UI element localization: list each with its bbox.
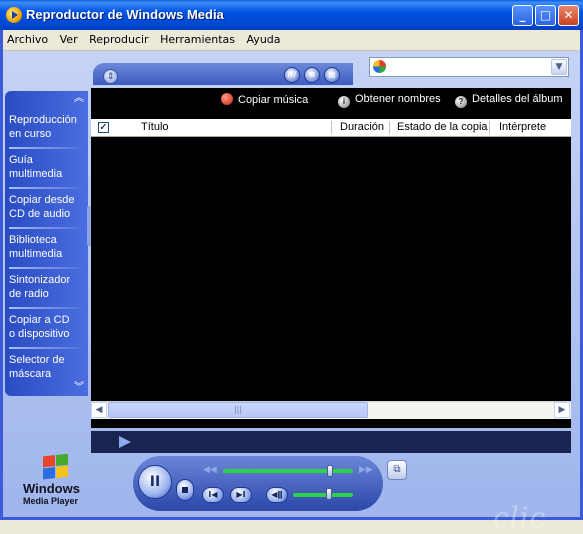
compact-mode-icon[interactable]: ⧉ [387, 460, 407, 480]
scrollbar-thumb[interactable]: ||| [108, 402, 368, 418]
play-indicator-icon [119, 436, 131, 448]
volume-bar[interactable] [293, 493, 353, 497]
menu-bar: Archivo Ver Reproducir Herramientas Ayud… [3, 30, 580, 51]
sidebar-item-copy-from-cd[interactable]: Copiar desde CD de audio [9, 193, 85, 221]
sidebar-item-copy-to-cd[interactable]: Copiar a CD o dispositivo [9, 313, 85, 341]
divider [9, 307, 81, 309]
column-divider[interactable] [331, 121, 332, 134]
sidebar-item-media-library[interactable]: Biblioteca multimedia [9, 233, 85, 261]
sidebar-item-now-playing[interactable]: Reproducción en curso [9, 113, 85, 141]
column-artist[interactable]: Intérprete [499, 121, 546, 133]
stop-button[interactable] [176, 479, 194, 501]
menu-herramientas[interactable]: Herramientas [156, 30, 239, 46]
album-details-button[interactable]: ? Detalles del álbum [455, 93, 563, 108]
help-icon: ? [455, 96, 467, 108]
logo-subtitle: Media Player [23, 496, 79, 506]
mute-button[interactable]: ◀ǁ [266, 487, 288, 503]
playlist-icon[interactable]: ▤ [324, 67, 340, 83]
record-icon [221, 93, 233, 105]
sidebar-item-radio-tuner[interactable]: Sintonizador de radio [9, 273, 85, 301]
seek-bar[interactable] [223, 469, 353, 473]
windows-flag-icon [43, 453, 69, 481]
logo-word: Windows [23, 481, 80, 496]
action-bar: Copiar música i Obtener nombres ? Detalles… [91, 88, 571, 112]
track-list-body[interactable] [91, 137, 571, 401]
scroll-left-icon[interactable]: ◀ [91, 402, 107, 418]
next-button[interactable]: ▶I [230, 487, 252, 503]
horizontal-scrollbar[interactable]: ◀ ||| ▶ [91, 401, 571, 419]
track-list-header: ✓ Título Duración Estado de la copia Int… [91, 119, 571, 137]
divider [9, 347, 81, 349]
scroll-right-icon[interactable]: ▶ [554, 402, 570, 418]
divider [9, 227, 81, 229]
minimize-button[interactable]: _ [512, 5, 533, 26]
sidebar-item-skin-chooser[interactable]: Selector de máscara [9, 353, 85, 381]
sidebar-item-media-guide[interactable]: Guía multimedia [9, 153, 85, 181]
play-pause-button[interactable]: II [138, 465, 172, 499]
wmp-window: Reproductor de Windows Media _ □ ✕ Archi… [0, 0, 583, 534]
column-divider[interactable] [489, 121, 490, 134]
get-names-button[interactable]: i Obtener nombres [338, 93, 441, 108]
column-divider[interactable] [389, 121, 390, 134]
maximize-button[interactable]: □ [535, 5, 556, 26]
media-info-combo[interactable]: ▼ [369, 57, 569, 77]
fast-forward-arrow-icon: ▶▶ [359, 465, 373, 475]
copy-music-button[interactable]: Copiar música [221, 93, 308, 106]
divider [9, 147, 81, 149]
close-button[interactable]: ✕ [558, 5, 579, 26]
player-skin: ⇕ /// ≡ ▤ ▼ ︽ Reproducción en curso Guía… [3, 51, 580, 534]
divider [9, 187, 81, 189]
taskbar-sidebar: ︽ Reproducción en curso Guía multimedia … [5, 91, 88, 396]
shuffle-view-icon[interactable]: /// [284, 67, 300, 83]
info-icon: i [338, 96, 350, 108]
menu-reproducir[interactable]: Reproducir [85, 30, 153, 46]
window-title: Reproductor de Windows Media [26, 7, 224, 22]
title-bar[interactable]: Reproductor de Windows Media _ □ ✕ [0, 0, 583, 30]
column-duration[interactable]: Duración [340, 121, 384, 133]
menu-ver[interactable]: Ver [56, 30, 82, 46]
windows-media-logo-icon [373, 60, 386, 73]
divider [9, 267, 81, 269]
rewind-arrow-icon: ◀◀ [203, 465, 217, 475]
menu-ayuda[interactable]: Ayuda [243, 30, 285, 46]
column-title[interactable]: Título [141, 121, 169, 133]
chevron-down-icon[interactable]: ▼ [551, 59, 567, 75]
windows-media-player-logo: Windows Media Player [21, 453, 91, 515]
hide-menu-icon[interactable]: ⇕ [103, 69, 118, 84]
column-copy-status[interactable]: Estado de la copia [397, 121, 488, 133]
media-player-icon [6, 7, 22, 23]
previous-button[interactable]: I◀ [202, 487, 224, 503]
watermark: clic [493, 501, 547, 534]
volume-slider-knob[interactable] [326, 488, 332, 500]
copy-cd-panel: Copiar música i Obtener nombres ? Detalles… [91, 88, 571, 428]
scroll-down-icon[interactable]: ︾ [73, 382, 85, 394]
status-area [91, 431, 571, 453]
menu-archivo[interactable]: Archivo [3, 30, 52, 46]
select-all-checkbox[interactable]: ✓ [98, 122, 109, 133]
seek-slider-knob[interactable] [326, 465, 333, 477]
scroll-up-icon[interactable]: ︽ [73, 93, 85, 105]
equalizer-icon[interactable]: ≡ [304, 67, 320, 83]
